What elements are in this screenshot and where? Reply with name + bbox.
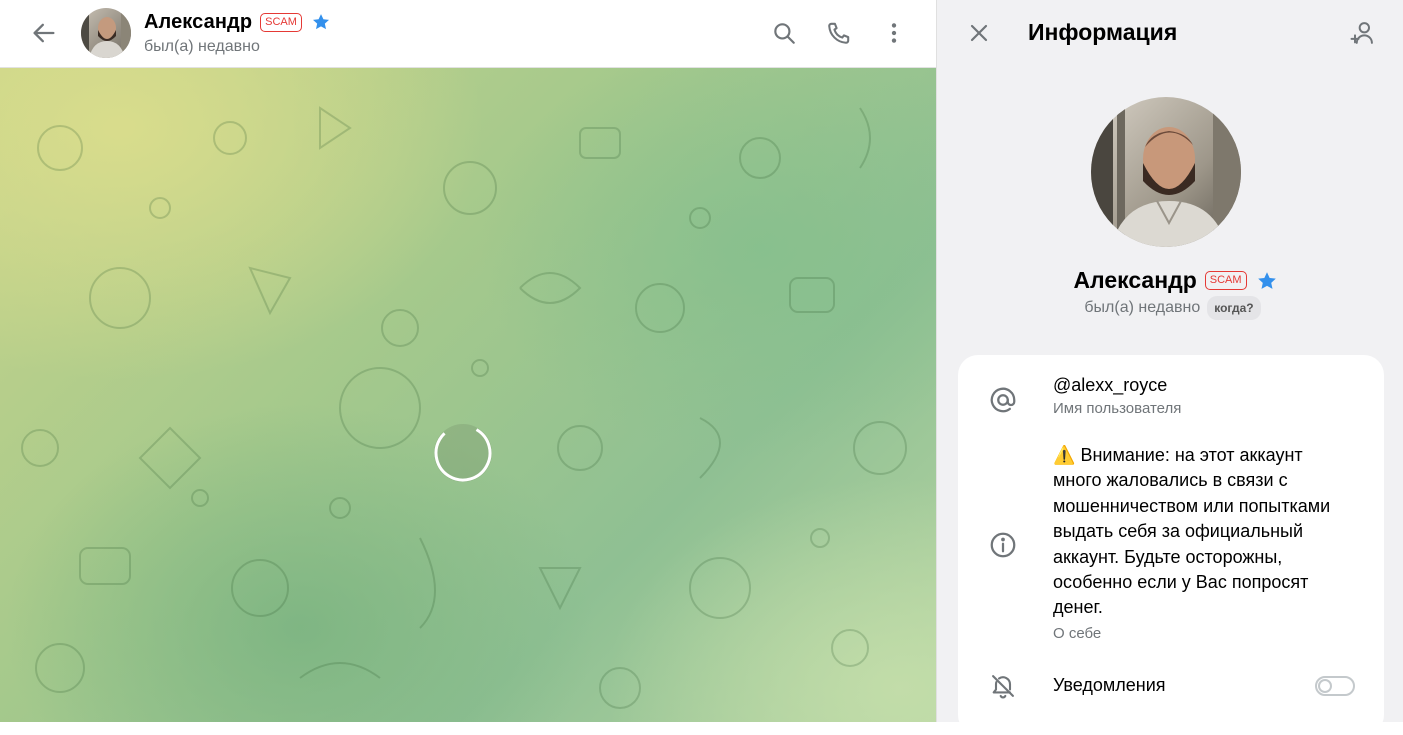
chat-status: был(а) недавно xyxy=(144,38,260,55)
chat-pattern xyxy=(21,106,907,709)
chat-contact-name: Александр xyxy=(144,10,253,33)
profile-name-row: Александр SCAM xyxy=(937,267,1403,294)
more-button[interactable] xyxy=(874,13,914,53)
info-icon xyxy=(986,528,1020,562)
add-contact-button[interactable] xyxy=(1342,13,1382,53)
profile-details-card: @alexx_royce Имя пользователя ⚠️ Внимани… xyxy=(958,355,1384,735)
search-button[interactable] xyxy=(764,13,804,53)
profile-status-row: был(а) недавно когда? xyxy=(937,296,1403,320)
chat-avatar[interactable] xyxy=(81,8,131,58)
search-icon xyxy=(774,23,795,44)
profile-scam-badge: SCAM xyxy=(1204,271,1247,290)
username-value: @alexx_royce xyxy=(1053,375,1168,395)
close-icon xyxy=(970,24,988,42)
bio-caption: О себе xyxy=(1053,624,1102,642)
profile-status: был(а) недавно xyxy=(1084,299,1201,316)
loading-spinner xyxy=(434,424,492,482)
when-chip[interactable]: когда? xyxy=(1207,296,1261,320)
profile-avatar[interactable] xyxy=(1091,97,1241,247)
bio-text: ⚠️ Внимание: на этот аккаунт много жалов… xyxy=(1053,443,1353,621)
info-panel: Информация Александр SCAM был(а) недавно… xyxy=(936,0,1403,735)
more-vertical-icon xyxy=(891,23,897,43)
chat-title-row[interactable]: Александр SCAM xyxy=(144,9,331,35)
username-caption: Имя пользователя xyxy=(1053,400,1182,417)
star-icon xyxy=(1256,270,1278,292)
chat-pane: Александр SCAM был(а) недавно xyxy=(0,0,936,722)
back-button[interactable] xyxy=(24,13,64,53)
warning-icon: ⚠️ xyxy=(1053,445,1076,465)
phone-icon xyxy=(828,22,850,44)
username-row[interactable]: @alexx_royce Имя пользователя xyxy=(1053,375,1353,417)
call-button[interactable] xyxy=(819,13,859,53)
at-sign-icon xyxy=(986,383,1020,417)
chat-header: Александр SCAM был(а) недавно xyxy=(0,0,936,68)
toggle-knob xyxy=(1318,679,1332,693)
bio-row[interactable]: ⚠️ Внимание: на этот аккаунт много жалов… xyxy=(1053,443,1353,642)
close-button[interactable] xyxy=(959,13,999,53)
profile-name: Александр xyxy=(1073,267,1197,293)
notifications-toggle[interactable] xyxy=(1315,676,1355,696)
bell-off-icon xyxy=(986,669,1020,703)
add-user-icon xyxy=(1350,22,1373,44)
arrow-left-icon xyxy=(33,23,55,43)
chat-background xyxy=(0,68,936,722)
scam-badge: SCAM xyxy=(260,12,302,32)
bio-value: Внимание: на этот аккаунт много жаловали… xyxy=(1053,445,1331,618)
info-title: Информация xyxy=(1028,19,1178,45)
star-icon xyxy=(311,12,331,32)
notifications-row[interactable]: Уведомления xyxy=(1053,675,1353,696)
notifications-label: Уведомления xyxy=(1053,675,1166,695)
